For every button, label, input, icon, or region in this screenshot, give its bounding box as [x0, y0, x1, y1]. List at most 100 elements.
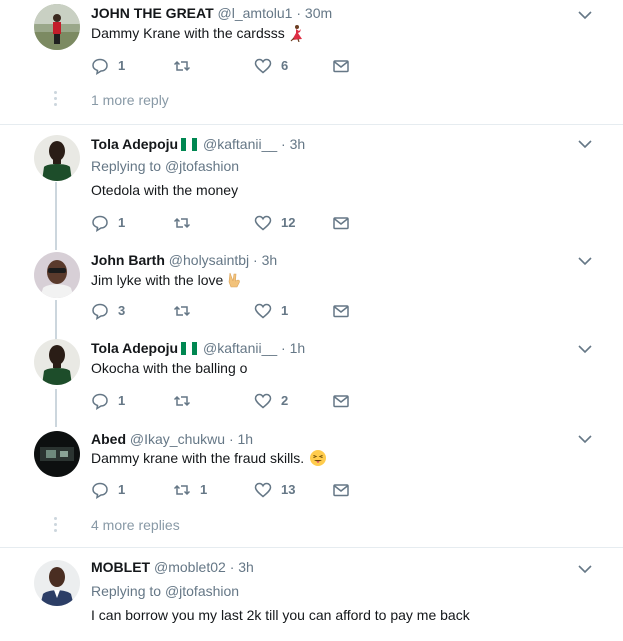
direct-message-button[interactable]: [332, 391, 350, 411]
victory-hand-emoji: [228, 272, 241, 288]
chevron-down-icon[interactable]: [577, 256, 593, 266]
like-button[interactable]: 1: [254, 301, 288, 321]
separator-dot: ·: [229, 559, 235, 575]
display-name[interactable]: John Barth: [91, 252, 165, 268]
replying-to: Replying to @jtofashion: [91, 582, 239, 600]
avatar[interactable]: [34, 339, 80, 385]
avatar[interactable]: [34, 560, 80, 606]
reply-icon: [92, 58, 108, 75]
retweet-button[interactable]: [173, 213, 200, 233]
user-handle[interactable]: @kaftanii__: [203, 340, 277, 356]
retweet-icon: [173, 305, 191, 317]
user-handle[interactable]: @moblet02: [154, 559, 226, 575]
display-name[interactable]: Tola Adepoju: [91, 136, 178, 152]
reply-icon: [92, 303, 108, 320]
heart-icon: [254, 393, 272, 409]
user-handle[interactable]: @l_amtolu1: [218, 5, 293, 21]
tongue-wink-emoji: [310, 450, 327, 466]
timestamp[interactable]: 30m: [305, 5, 332, 21]
separator-dot: ·: [228, 431, 234, 447]
like-button[interactable]: 12: [254, 213, 295, 233]
display-name[interactable]: Tola Adepoju: [91, 340, 178, 356]
user-handle[interactable]: @Ikay_chukwu: [130, 431, 225, 447]
display-name[interactable]: MOBLET: [91, 559, 150, 575]
show-more-replies-link[interactable]: 4 more replies: [91, 516, 180, 534]
reply-icon: [92, 482, 108, 499]
replying-to-handle[interactable]: @jtofashion: [165, 158, 239, 174]
avatar[interactable]: [34, 4, 80, 50]
reply-count: 1: [118, 482, 126, 497]
chevron-down-icon[interactable]: [577, 344, 593, 354]
heart-icon: [254, 58, 272, 74]
direct-message-button[interactable]: [332, 301, 350, 321]
timestamp[interactable]: 3h: [290, 136, 306, 152]
avatar[interactable]: [34, 252, 80, 298]
thread-dots: [54, 517, 58, 535]
thread-dots: [54, 91, 58, 109]
like-count: 1: [281, 303, 289, 318]
retweet-icon: [173, 60, 191, 72]
timestamp[interactable]: 1h: [290, 340, 306, 356]
chevron-down-icon[interactable]: [577, 564, 593, 574]
envelope-icon: [333, 60, 349, 73]
chevron-down-icon[interactable]: [577, 434, 593, 444]
tweet[interactable]: JOHN THE GREAT @l_amtolu1 · 30m Dammy Kr…: [0, 0, 623, 124]
avatar[interactable]: [34, 431, 80, 477]
retweet-button[interactable]: [173, 391, 200, 411]
chevron-down-icon[interactable]: [577, 139, 593, 149]
tweet-text: Jim lyke with the love: [91, 271, 243, 289]
retweet-icon: [173, 484, 191, 496]
display-name[interactable]: JOHN THE GREAT: [91, 5, 214, 21]
reply-button[interactable]: 1: [91, 56, 125, 76]
like-button[interactable]: 6: [254, 56, 288, 76]
user-handle[interactable]: @kaftanii__: [203, 136, 277, 152]
envelope-icon: [333, 217, 349, 230]
display-name[interactable]: Abed: [91, 431, 126, 447]
replying-to-handle[interactable]: @jtofashion: [165, 583, 239, 599]
timestamp[interactable]: 1h: [238, 431, 254, 447]
replying-label: Replying to: [91, 158, 162, 174]
separator-dot: ·: [281, 340, 286, 356]
like-button[interactable]: 13: [254, 480, 295, 500]
replying-label: Replying to: [91, 583, 162, 599]
tweet-text: I can borrow you my last 2k till you can…: [91, 607, 470, 623]
reply-button[interactable]: 3: [91, 301, 125, 321]
tweet[interactable]: Abed @Ikay_chukwu · 1h Dammy krane with …: [0, 422, 623, 546]
tweet-text-content: Jim lyke with the love: [91, 272, 224, 288]
timestamp[interactable]: 3h: [262, 252, 278, 268]
reply-button[interactable]: 1: [91, 391, 125, 411]
envelope-icon: [333, 305, 349, 318]
reply-count: 1: [118, 58, 126, 73]
retweet-button[interactable]: [173, 301, 200, 321]
like-button[interactable]: 2: [254, 391, 288, 411]
retweet-button[interactable]: 1: [173, 480, 207, 500]
direct-message-button[interactable]: [332, 213, 350, 233]
tweet-text: Otedola with the money: [91, 182, 239, 198]
reply-button[interactable]: 1: [91, 213, 125, 233]
nigeria-flag-emoji: [181, 137, 198, 151]
direct-message-button[interactable]: [332, 480, 350, 500]
avatar[interactable]: [34, 135, 80, 181]
show-more-replies-link[interactable]: 1 more reply: [91, 91, 169, 109]
reply-button[interactable]: 1: [91, 480, 125, 500]
separator-dot: ·: [296, 5, 302, 21]
tweet[interactable]: MOBLET @moblet02 · 3h Replying to @jtofa…: [0, 548, 623, 641]
tweet-text: Okocha with the balling o: [91, 360, 248, 376]
tweet[interactable]: John Barth @holysaintbj · 3h Jim lyke wi…: [0, 240, 623, 332]
dancer-emoji: [290, 25, 302, 42]
retweet-button[interactable]: [173, 56, 200, 76]
retweet-icon: [173, 395, 191, 407]
reply-icon: [92, 393, 108, 410]
tweet[interactable]: Tola Adepoju @kaftanii__ · 3h Replying t…: [0, 125, 623, 237]
chevron-down-icon[interactable]: [577, 10, 593, 20]
reply-count: 1: [118, 393, 126, 408]
direct-message-button[interactable]: [332, 56, 350, 76]
envelope-icon: [333, 395, 349, 408]
tweet-text: Dammy krane with the fraud skills.: [91, 449, 327, 467]
tweet[interactable]: Tola Adepoju @kaftanii__ · 1h Okocha wit…: [0, 332, 623, 422]
timestamp[interactable]: 3h: [238, 559, 254, 575]
tweet-text-content: Dammy Krane with the cardsss: [91, 25, 285, 41]
user-handle[interactable]: @holysaintbj: [169, 252, 249, 268]
replying-to: Replying to @jtofashion: [91, 157, 239, 175]
heart-icon: [254, 303, 272, 319]
